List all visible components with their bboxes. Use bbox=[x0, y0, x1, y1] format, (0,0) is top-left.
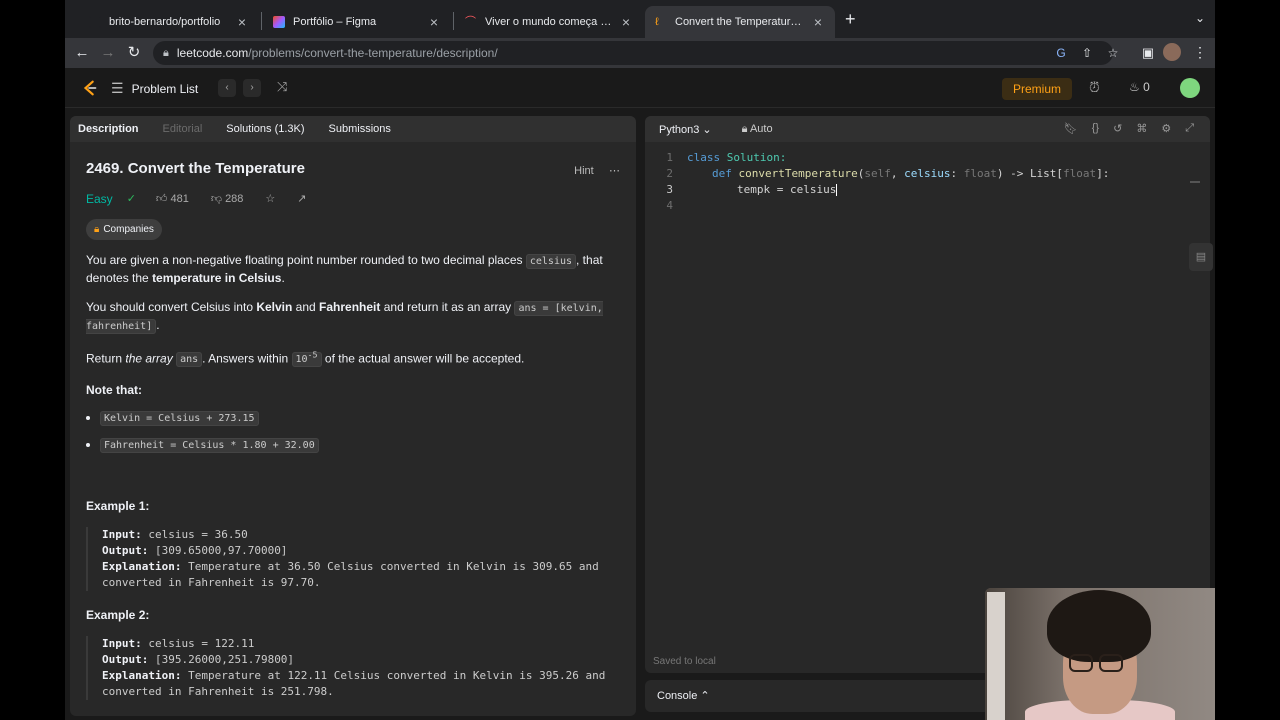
code-line: class Solution: bbox=[687, 151, 787, 164]
like-button[interactable]: 👍︎ 481 bbox=[156, 191, 189, 208]
fire-icon: ♨︎ bbox=[1129, 80, 1144, 94]
lock-icon: 🔒︎ bbox=[163, 46, 169, 59]
example-1-block: Input: celsius = 36.50 Output: [309.6500… bbox=[86, 527, 616, 592]
close-icon[interactable]: × bbox=[235, 14, 249, 30]
list-item: Kelvin = Celsius + 273.15 bbox=[100, 409, 616, 427]
close-icon[interactable]: × bbox=[427, 14, 441, 30]
favorite-star-icon[interactable]: ☆ bbox=[265, 191, 275, 208]
shuffle-icon[interactable]: ⤨ bbox=[277, 79, 287, 95]
reset-icon[interactable]: ↺ bbox=[1113, 122, 1122, 135]
problem-title: 2469. Convert the Temperature bbox=[86, 160, 305, 177]
google-icon[interactable]: G bbox=[1053, 45, 1069, 61]
chrome-menu-icon[interactable]: ⋮ bbox=[1193, 44, 1207, 61]
example-2-block: Input: celsius = 122.11 Output: [395.260… bbox=[86, 636, 616, 701]
leetcode-icon: ℓ bbox=[655, 16, 659, 28]
problem-meta: Easy ✓ 👍︎ 481 👎︎ 288 ☆ ↗ bbox=[86, 191, 616, 208]
bookmark-icon[interactable]: 🔖︎ bbox=[1064, 122, 1078, 135]
example-1-heading: Example 1: bbox=[86, 499, 150, 514]
lock-icon: 🔒︎ bbox=[94, 224, 100, 235]
list-item: Fahrenheit = Celsius * 1.80 + 32.00 bbox=[100, 436, 616, 454]
navigation-bar: ← → ↻ 🔒︎ leetcode.com/problems/convert-t… bbox=[65, 38, 1215, 68]
note-heading: Note that: bbox=[86, 383, 142, 398]
url-path: /problems/convert-the-temperature/descri… bbox=[248, 46, 498, 60]
leetcode-logo[interactable] bbox=[81, 79, 99, 97]
prev-problem-button[interactable]: ‹ bbox=[218, 79, 236, 97]
auto-mode-toggle[interactable]: 🔒︎ Auto bbox=[742, 123, 773, 136]
shortcuts-icon[interactable]: ⌘ bbox=[1136, 122, 1147, 135]
close-icon[interactable]: × bbox=[811, 14, 825, 30]
dislike-button[interactable]: 👎︎ 288 bbox=[211, 191, 244, 208]
premium-button[interactable]: Premium bbox=[1002, 78, 1072, 100]
line-number: 2 bbox=[666, 167, 673, 180]
companies-tag[interactable]: 🔒︎ Companies bbox=[86, 219, 162, 240]
settings-gear-icon[interactable]: ⚙︎ bbox=[1161, 122, 1171, 135]
lock-icon: 🔒︎ bbox=[741, 122, 750, 135]
tab-search-icon[interactable]: ⌄ bbox=[1195, 11, 1205, 25]
browser-tab-github[interactable]: brito-bernardo/portfolio × bbox=[79, 6, 259, 38]
tab-solutions[interactable]: Solutions (1.3K) bbox=[226, 123, 304, 135]
leetcode-navbar: ☰ Problem List ‹ › ⤨ Premium ⏰︎ ♨︎ 0 bbox=[65, 68, 1215, 108]
notes-icon[interactable]: ▤ bbox=[1189, 243, 1213, 271]
language-select[interactable]: Python3 ⌄ bbox=[659, 123, 712, 136]
user-avatar[interactable] bbox=[1180, 78, 1200, 98]
share-link-icon[interactable]: ↗ bbox=[297, 191, 306, 208]
profile-avatar[interactable] bbox=[1163, 43, 1181, 61]
tab-description[interactable]: Description bbox=[78, 123, 139, 135]
airbnb-icon: ⌒ bbox=[465, 16, 476, 28]
new-tab-button[interactable]: + bbox=[845, 9, 856, 30]
figma-icon bbox=[273, 16, 285, 28]
problem-list-link[interactable]: ☰ Problem List bbox=[111, 80, 198, 97]
braces-icon[interactable]: {} bbox=[1092, 122, 1099, 135]
save-status: Saved to local bbox=[653, 656, 716, 667]
address-bar[interactable]: 🔒︎ leetcode.com/problems/convert-the-tem… bbox=[153, 41, 1118, 65]
code-line: def convertTemperature(self, celsius: fl… bbox=[712, 167, 1110, 180]
tab-editorial[interactable]: Editorial bbox=[163, 123, 203, 135]
thumbs-down-icon: 👎︎ bbox=[210, 193, 226, 205]
line-number: 3 bbox=[666, 183, 673, 196]
paragraph-1: You are given a non-negative floating po… bbox=[86, 253, 603, 285]
browser-tab-airbnb[interactable]: ⌒ Viver o mundo começa aqui × bbox=[455, 6, 643, 38]
github-icon bbox=[89, 16, 101, 28]
url-host: leetcode.com bbox=[176, 46, 249, 60]
bookmark-star-icon[interactable]: ☆ bbox=[1105, 45, 1121, 61]
text-cursor bbox=[836, 184, 838, 196]
description-panel: Description Editorial Solutions (1.3K) S… bbox=[70, 116, 636, 716]
paragraph-2: You should convert Celsius into Kelvin a… bbox=[86, 300, 603, 334]
streak-counter[interactable]: ♨︎ 0 bbox=[1129, 80, 1150, 94]
list-icon: ☰ bbox=[111, 80, 124, 96]
reload-button[interactable]: ↻ bbox=[123, 42, 145, 64]
description-tabs: Description Editorial Solutions (1.3K) S… bbox=[70, 116, 636, 142]
scroll-marker bbox=[1190, 181, 1200, 183]
line-number: 1 bbox=[666, 151, 673, 164]
browser-tab-figma[interactable]: Portfólio – Figma × bbox=[263, 6, 451, 38]
tab-submissions[interactable]: Submissions bbox=[329, 123, 391, 135]
webcam-overlay bbox=[985, 588, 1215, 720]
share-icon[interactable]: ⇧ bbox=[1079, 45, 1095, 61]
alarm-icon[interactable]: ⏰︎ bbox=[1089, 79, 1100, 96]
solved-check-icon: ✓ bbox=[126, 193, 136, 205]
problem-content: 2469. Convert the Temperature Easy ✓ 👍︎ … bbox=[86, 160, 616, 701]
code-line: tempk = celsius bbox=[737, 183, 838, 196]
thumbs-up-icon: 👍︎ bbox=[155, 193, 171, 205]
back-button[interactable]: ← bbox=[71, 42, 93, 64]
tab-strip: brito-bernardo/portfolio × Portfólio – F… bbox=[65, 0, 1215, 38]
side-panel-icon[interactable]: ▣ bbox=[1137, 42, 1159, 64]
next-problem-button[interactable]: › bbox=[243, 79, 261, 97]
difficulty-badge: Easy bbox=[86, 192, 113, 206]
editor-icons: 🔖︎ {} ↺ ⌘ ⚙︎ ⤢ bbox=[1064, 122, 1194, 135]
fullscreen-icon[interactable]: ⤢ bbox=[1185, 122, 1194, 135]
browser-tab-leetcode[interactable]: ℓ Convert the Temperature - LeetCode × bbox=[645, 6, 835, 38]
example-2-heading: Example 2: bbox=[86, 608, 150, 623]
forward-button[interactable]: → bbox=[97, 42, 119, 64]
note-list: Kelvin = Celsius + 273.15 Fahrenheit = C… bbox=[86, 409, 616, 454]
close-icon[interactable]: × bbox=[619, 14, 633, 30]
paragraph-3: Return the array ans. Answers within 10-… bbox=[86, 350, 525, 368]
line-number: 4 bbox=[666, 199, 673, 212]
